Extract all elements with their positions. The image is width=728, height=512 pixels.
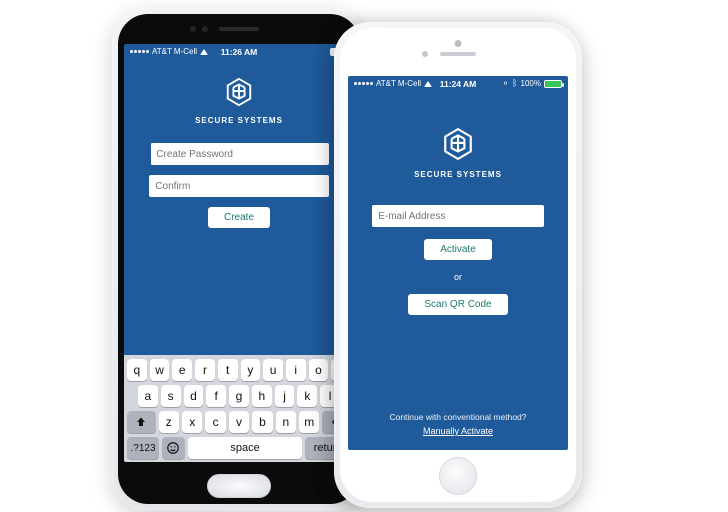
status-bar: AT&T M-Cell 11:24 AM ⚬ ᛒ 100%	[348, 76, 568, 91]
clock: 11:24 AM	[348, 79, 568, 89]
key-b[interactable]: b	[252, 411, 272, 433]
phone-bezel: AT&T M-Cell 11:26 AM	[118, 14, 360, 504]
app-create-password: SECURE.SYSTEMS Create	[124, 59, 354, 355]
brand-name-a: SECURE	[195, 116, 234, 125]
confirm-password-input[interactable]	[149, 175, 328, 197]
key-g[interactable]: g	[229, 385, 249, 407]
brand-name-a: SECURE	[414, 170, 453, 179]
key-x[interactable]: x	[182, 411, 202, 433]
home-button[interactable]	[207, 474, 271, 498]
keyboard-row-4: .?123 space return	[127, 437, 351, 459]
emoji-icon	[166, 441, 180, 455]
key-space[interactable]: space	[188, 437, 302, 459]
email-input[interactable]	[372, 205, 544, 227]
brand-name: SECURE.SYSTEMS	[195, 116, 283, 125]
manually-activate-link[interactable]: Manually Activate	[348, 426, 568, 436]
status-bar: AT&T M-Cell 11:26 AM	[124, 44, 354, 59]
footer: Continue with conventional method? Manua…	[348, 412, 568, 436]
key-u[interactable]: u	[263, 359, 283, 381]
activate-button[interactable]: Activate	[424, 239, 492, 260]
keyboard-row-1: q w e r t y u i o p	[127, 359, 351, 381]
key-z[interactable]: z	[159, 411, 179, 433]
key-shift[interactable]	[127, 411, 156, 433]
brand-name-b: SYSTEMS	[238, 116, 283, 125]
key-i[interactable]: i	[286, 359, 306, 381]
footer-prompt: Continue with conventional method?	[348, 412, 568, 422]
key-y[interactable]: y	[241, 359, 261, 381]
brand-lockup: SECURE.SYSTEMS	[414, 127, 502, 179]
android-phone-frame: AT&T M-Cell 11:26 AM	[112, 8, 366, 510]
clock: 11:26 AM	[124, 47, 354, 57]
keyboard-row-2: a s d f g h j k l	[127, 385, 351, 407]
key-c[interactable]: c	[205, 411, 225, 433]
key-h[interactable]: h	[252, 385, 272, 407]
key-n[interactable]: n	[276, 411, 296, 433]
shift-icon	[135, 416, 147, 428]
key-t[interactable]: t	[218, 359, 238, 381]
app-activate: SECURE.SYSTEMS Activate or Scan QR Code …	[348, 91, 568, 450]
brand-logo-icon	[224, 77, 254, 112]
scan-qr-button[interactable]: Scan QR Code	[408, 294, 507, 315]
front-camera	[455, 40, 462, 47]
key-j[interactable]: j	[275, 385, 295, 407]
key-k[interactable]: k	[297, 385, 317, 407]
key-d[interactable]: d	[184, 385, 204, 407]
or-divider: or	[372, 272, 544, 282]
key-m[interactable]: m	[299, 411, 319, 433]
brand-lockup: SECURE.SYSTEMS	[195, 77, 283, 125]
iphone-frame: AT&T M-Cell 11:24 AM ⚬ ᛒ 100%	[334, 22, 582, 508]
key-w[interactable]: w	[150, 359, 170, 381]
proximity-sensor	[422, 51, 428, 57]
key-numbers[interactable]: .?123	[127, 437, 159, 459]
battery-icon	[544, 80, 562, 88]
phone-bezel: AT&T M-Cell 11:24 AM ⚬ ᛒ 100%	[340, 28, 576, 502]
key-r[interactable]: r	[195, 359, 215, 381]
speaker-slot	[440, 52, 476, 56]
key-a[interactable]: a	[138, 385, 158, 407]
speaker-slot	[219, 27, 259, 31]
brand-name: SECURE.SYSTEMS	[414, 170, 502, 179]
create-password-input[interactable]	[149, 143, 328, 165]
key-q[interactable]: q	[127, 359, 147, 381]
key-emoji[interactable]	[162, 437, 185, 459]
brand-logo-icon	[441, 127, 475, 166]
create-button[interactable]: Create	[208, 207, 270, 228]
form-fields: Create	[149, 143, 328, 228]
key-v[interactable]: v	[229, 411, 249, 433]
soft-keyboard: q w e r t y u i o p a s d f g h	[124, 355, 354, 462]
key-f[interactable]: f	[206, 385, 226, 407]
screen: AT&T M-Cell 11:26 AM	[124, 44, 354, 462]
screen: AT&T M-Cell 11:24 AM ⚬ ᛒ 100%	[348, 76, 568, 450]
keyboard-row-3: z x c v b n m	[127, 411, 351, 433]
brand-name-b: SYSTEMS	[457, 170, 502, 179]
home-button[interactable]	[439, 457, 477, 495]
form-fields: Activate or Scan QR Code	[372, 205, 544, 315]
key-s[interactable]: s	[161, 385, 181, 407]
sensor-dots	[190, 26, 196, 32]
key-e[interactable]: e	[172, 359, 192, 381]
key-o[interactable]: o	[309, 359, 329, 381]
